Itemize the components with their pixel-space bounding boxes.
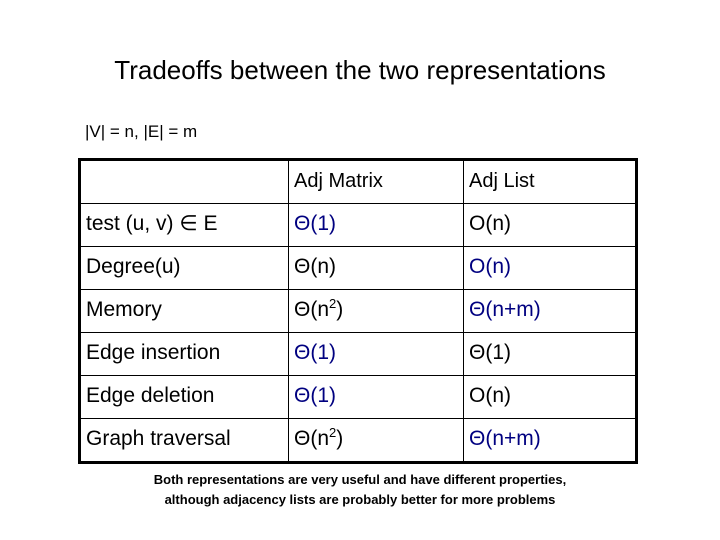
adj-list-complexity: Θ(1) bbox=[463, 332, 637, 376]
table-row: Memory Θ(n2) Θ(n+m) bbox=[79, 289, 637, 333]
caption-line-2: although adjacency lists are probably be… bbox=[164, 492, 556, 507]
table-header-row: Adj Matrix Adj List bbox=[79, 159, 637, 204]
operation-label: Graph traversal bbox=[79, 418, 289, 463]
table-body: Adj Matrix Adj List test (u, v) ∈ E Θ(1) O… bbox=[79, 159, 637, 463]
adj-matrix-complexity: Θ(1) bbox=[288, 375, 464, 419]
column-header-adj-matrix: Adj Matrix bbox=[288, 159, 464, 204]
operation-label: Degree(u) bbox=[79, 246, 289, 290]
table-row: Edge deletion Θ(1) O(n) bbox=[79, 375, 637, 419]
adj-matrix-complexity: Θ(n2) bbox=[288, 289, 464, 333]
adj-matrix-complexity: Θ(n2) bbox=[288, 418, 464, 463]
adj-list-complexity: O(n) bbox=[463, 246, 637, 290]
footer-caption: Both representations are very useful and… bbox=[0, 470, 720, 510]
adj-list-complexity: O(n) bbox=[463, 375, 637, 419]
adj-list-complexity: Θ(n+m) bbox=[463, 418, 637, 463]
table-row: Degree(u) Θ(n) O(n) bbox=[79, 246, 637, 290]
page-title: Tradeoffs between the two representation… bbox=[114, 55, 606, 85]
operation-label: Edge insertion bbox=[79, 332, 289, 376]
tradeoffs-table: Adj Matrix Adj List test (u, v) ∈ E Θ(1) O… bbox=[78, 158, 638, 464]
operation-label: Edge deletion bbox=[79, 375, 289, 419]
adj-list-complexity: Θ(n+m) bbox=[463, 289, 637, 333]
table-row: Edge insertion Θ(1) Θ(1) bbox=[79, 332, 637, 376]
operation-label: Memory bbox=[79, 289, 289, 333]
adj-matrix-complexity: Θ(1) bbox=[288, 332, 464, 376]
table-row: Graph traversal Θ(n2) Θ(n+m) bbox=[79, 418, 637, 463]
table-row: test (u, v) ∈ E Θ(1) O(n) bbox=[79, 203, 637, 247]
caption-line-1: Both representations are very useful and… bbox=[153, 472, 567, 487]
operation-label: test (u, v) ∈ E bbox=[79, 203, 289, 247]
adj-matrix-complexity: Θ(n) bbox=[288, 246, 464, 290]
graph-notation-subtitle: |V| = n, |E| = m bbox=[85, 122, 198, 141]
column-header-adj-list: Adj List bbox=[463, 159, 637, 204]
slide-canvas: Tradeoffs between the two representation… bbox=[0, 0, 720, 540]
adj-list-complexity: O(n) bbox=[463, 203, 637, 247]
table-corner-cell bbox=[79, 159, 289, 204]
adj-matrix-complexity: Θ(1) bbox=[288, 203, 464, 247]
